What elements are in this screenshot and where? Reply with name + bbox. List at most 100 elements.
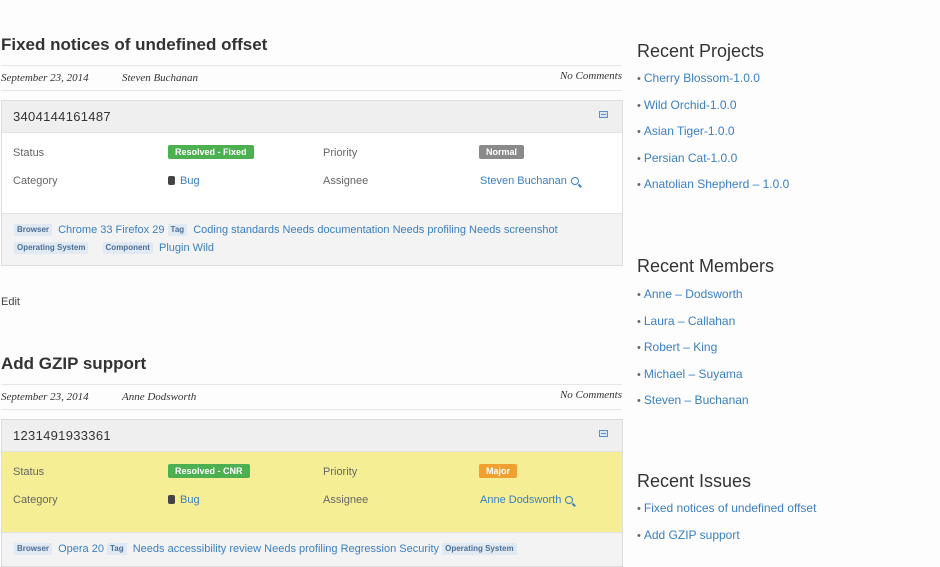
list-item: • Robert – King [637,340,749,367]
project-link[interactable]: Anatolian Shepherd – 1.0.0 [644,177,789,191]
project-link[interactable]: Cherry Blossom-1.0.0 [644,71,760,85]
bullet-icon: • [637,315,641,328]
browser-tag-label: Browser [14,543,53,555]
issue-card: 3404144161487 Status Resolved - Fixed Pr… [1,100,623,266]
list-item: • Cherry Blossom-1.0.0 [637,71,789,98]
tag-label: Tag [167,224,188,236]
post-title[interactable]: Add GZIP support [1,354,146,374]
bullet-icon: • [637,395,641,408]
issue-id: 1231491933361 [13,428,111,443]
project-link[interactable]: Persian Cat-1.0.0 [644,151,737,165]
post-date: September 23, 2014 [1,391,89,403]
search-icon[interactable] [570,177,579,185]
list-item: • Laura – Callahan [637,314,749,341]
bullet-icon: • [637,503,641,515]
project-link[interactable]: Asian Tiger-1.0.0 [644,124,735,138]
priority-badge: Normal [479,145,525,159]
tag-values[interactable]: Needs accessibility review Needs profili… [133,543,439,555]
category-value: Bug [180,494,200,506]
comments-link[interactable]: No Comments [560,70,622,82]
browser-tags[interactable]: Opera 20 [58,543,104,555]
list-item: • Add GZIP support [637,528,816,555]
bug-icon [168,495,175,504]
post-author[interactable]: Steven Buchanan [122,72,198,84]
category-label: Category [13,494,58,506]
list-item: • Persian Cat-1.0.0 [637,151,789,178]
priority-label: Priority [323,147,358,159]
assignee-label: Assignee [323,494,369,506]
status-badge: Resolved - CNR [168,464,250,478]
status-label: Status [13,147,45,159]
project-link[interactable]: Wild Orchid-1.0.0 [644,98,737,112]
bullet-icon: • [637,529,641,542]
component-tag-label: Component [102,242,153,254]
issue-fields: Status Resolved - Fixed Priority Normal … [2,133,622,213]
assignee-link[interactable]: Steven Buchanan [480,175,579,187]
assignee-link[interactable]: Anne Dodsworth [480,494,574,506]
document-icon[interactable] [599,111,608,118]
recent-projects-title: Recent Projects [637,41,765,61]
member-link[interactable]: Laura – Callahan [644,314,735,328]
recent-issues-list: • Fixed notices of undefined offset • Add G… [637,501,816,554]
category-label: Category [13,175,58,187]
post-meta: September 23, 2014 Anne Dodsworth No Com… [1,384,622,410]
list-item: • Wild Orchid-1.0.0 [637,98,789,125]
document-icon[interactable] [599,430,608,437]
search-icon[interactable] [565,496,574,504]
bullet-icon: • [637,179,641,192]
member-link[interactable]: Michael – Suyama [644,367,743,381]
issue-fields: Status Resolved - CNR Priority Major Cat… [2,452,622,532]
post-author[interactable]: Anne Dodsworth [122,391,196,403]
bullet-icon: • [637,126,641,139]
category-value: Bug [180,175,200,187]
member-link[interactable]: Anne – Dodsworth [644,287,743,301]
os-tag-label: Operating System [14,242,89,254]
bullet-icon: • [637,99,641,112]
recent-issues-title: Recent Issues [637,471,752,491]
bullet-icon: • [637,152,641,165]
list-item: • Anatolian Shepherd – 1.0.0 [637,177,789,204]
issue-card: 1231491933361 Status Resolved - CNR Prio… [1,419,623,567]
bullet-icon: • [637,342,641,355]
status-badge: Resolved - Fixed [168,145,254,159]
category-link[interactable]: Bug [168,175,200,187]
member-link[interactable]: Robert – King [644,340,717,354]
post-title[interactable]: Fixed notices of undefined offset [1,35,267,55]
bullet-icon: • [637,368,641,381]
bug-icon [168,176,175,185]
assignee-value: Anne Dodsworth [480,494,562,506]
list-item: • Anne – Dodsworth [637,287,749,314]
recent-projects-list: • Cherry Blossom-1.0.0 • Wild Orchid-1.0.0 •… [637,71,789,204]
recent-members-list: • Anne – Dodsworth • Laura – Callahan • Rober… [637,287,749,420]
recent-members-title: Recent Members [637,256,775,276]
post-date: September 23, 2014 [1,72,89,84]
list-item: • Asian Tiger-1.0.0 [637,124,789,151]
issue-link[interactable]: Fixed notices of undefined offset [644,501,817,515]
issue-header: 1231491933361 [2,420,622,452]
post-meta: September 23, 2014 Steven Buchanan No Co… [1,65,622,91]
os-tag-label: Operating System [442,543,517,555]
priority-badge: Major [479,464,518,478]
component-tags[interactable]: Plugin Wild [159,242,214,254]
list-item: • Steven – Buchanan [637,393,749,420]
issue-link[interactable]: Add GZIP support [644,528,740,542]
browser-tags[interactable]: Chrome 33 Firefox 29 [58,224,164,236]
list-item: • Fixed notices of undefined offset [637,501,816,528]
bullet-icon: • [637,289,641,301]
member-link[interactable]: Steven – Buchanan [644,393,749,407]
priority-label: Priority [323,466,358,478]
list-item: • Michael – Suyama [637,367,749,394]
issue-id: 3404144161487 [13,109,111,124]
assignee-label: Assignee [323,175,369,187]
issue-header: 3404144161487 [2,101,622,133]
comments-link[interactable]: No Comments [560,389,622,401]
category-link[interactable]: Bug [168,494,200,506]
issue-tags: Browser Chrome 33 Firefox 29 Tag Coding … [2,213,622,265]
bullet-icon: • [637,73,641,85]
status-label: Status [13,466,45,478]
tag-values[interactable]: Coding standards Needs documentation Nee… [193,224,557,236]
assignee-value: Steven Buchanan [480,175,567,187]
edit-link[interactable]: Edit [1,296,20,308]
tag-label: Tag [107,543,127,555]
issue-tags: Browser Opera 20 Tag Needs accessibility… [2,532,622,566]
